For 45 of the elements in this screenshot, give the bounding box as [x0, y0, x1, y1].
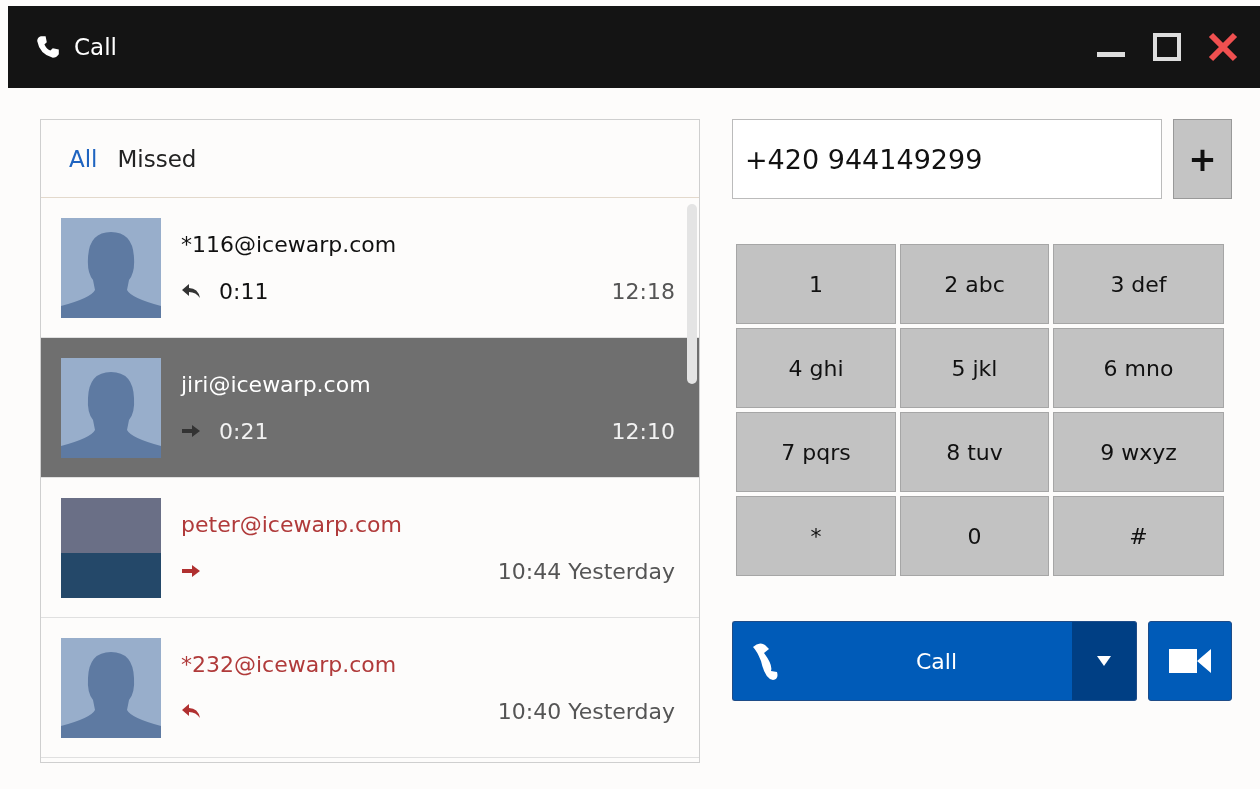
keypad-key[interactable]: 4 ghi: [736, 328, 896, 408]
call-time: 12:10: [611, 418, 675, 444]
call-history-item[interactable]: *232@icewarp.com 10:40 Yesterday: [41, 618, 699, 758]
filter-tab[interactable]: Missed: [111, 141, 203, 176]
keypad-key[interactable]: 0: [900, 496, 1049, 576]
keypad-key[interactable]: 2 abc: [900, 244, 1049, 324]
call-duration: 0:21: [219, 418, 269, 444]
call-history-item[interactable]: peter@icewarp.com 10:44 Yesterday: [41, 478, 699, 618]
phone-number-field[interactable]: +420 944149299: [732, 119, 1162, 199]
keypad-key[interactable]: #: [1053, 496, 1224, 576]
avatar-silhouette-icon: [61, 217, 161, 318]
reply-arrow-icon: [181, 283, 201, 299]
keypad-key[interactable]: *: [736, 496, 896, 576]
caret-icon: [1097, 656, 1111, 666]
close-icon[interactable]: [1208, 32, 1238, 62]
keypad-key[interactable]: 9 wxyz: [1053, 412, 1224, 492]
phone-icon: [36, 35, 60, 59]
avatar-silhouette-icon: [61, 637, 161, 738]
filter-tab[interactable]: All: [63, 141, 104, 176]
maximize-icon[interactable]: [1152, 32, 1182, 62]
contact-address: peter@icewarp.com: [181, 511, 403, 537]
right-arrow-icon: [181, 423, 201, 439]
keypad-key[interactable]: 5 jkl: [900, 328, 1049, 408]
keypad-key[interactable]: 6 mno: [1053, 328, 1224, 408]
call-time: 12:18: [611, 278, 675, 304]
keypad-key[interactable]: 7 pqrs: [736, 412, 896, 492]
keypad-key[interactable]: 3 def: [1053, 244, 1224, 324]
call-duration: 0:11: [219, 278, 269, 304]
call-time: 10:40 Yesterday: [497, 698, 675, 724]
window-title: Call: [74, 34, 117, 60]
add-button[interactable]: +: [1173, 119, 1232, 199]
video-call-button[interactable]: [1148, 621, 1232, 701]
keypad-key[interactable]: 8 tuv: [900, 412, 1049, 492]
keypad-key[interactable]: 1: [736, 244, 896, 324]
contact-address: *116@icewarp.com: [181, 231, 398, 257]
video-camera-icon: [1169, 647, 1211, 675]
contact-address: *232@icewarp.com: [181, 651, 398, 677]
reply-arrow-icon: [181, 703, 201, 719]
call-button[interactable]: Call: [732, 621, 1072, 701]
right-arrow-icon: [181, 563, 201, 579]
call-time: 10:44 Yesterday: [497, 558, 675, 584]
call-history-item[interactable]: jiri@icewarp.com 0:21 12:10: [41, 338, 699, 478]
scrollbar[interactable]: [687, 204, 697, 384]
avatar-silhouette-icon: [61, 357, 161, 458]
contact-address: jiri@icewarp.com: [181, 371, 372, 397]
